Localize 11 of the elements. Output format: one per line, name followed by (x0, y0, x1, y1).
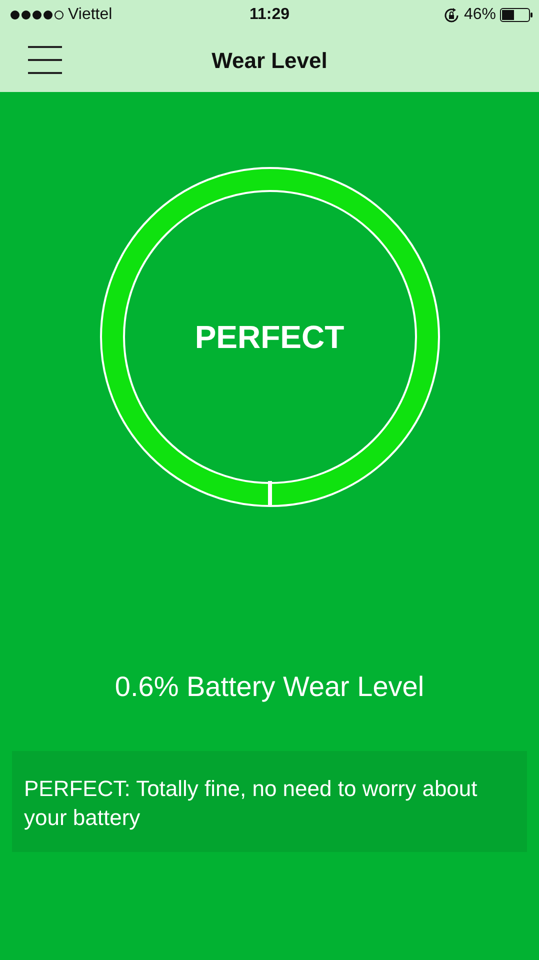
wear-summary: 0.6% Battery Wear Level (114, 671, 424, 703)
signal-icon (10, 10, 64, 20)
page-title: Wear Level (212, 48, 328, 74)
rotation-lock-icon (442, 6, 460, 24)
battery-icon (500, 8, 533, 22)
menu-icon[interactable] (28, 46, 62, 74)
carrier-name: Viettel (68, 6, 112, 24)
status-note: PERFECT: Totally fine, no need to worry about your battery (12, 751, 527, 852)
gauge-label: PERFECT (194, 318, 344, 356)
battery-percent: 46% (464, 6, 496, 24)
clock-time: 11:29 (249, 6, 290, 24)
